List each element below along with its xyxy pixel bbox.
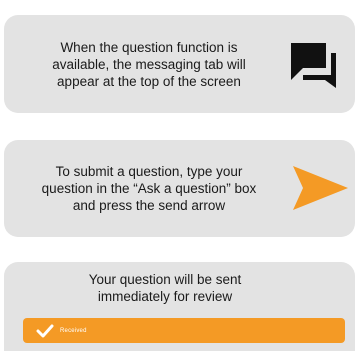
instruction-text: Your question will be sent immediately f… [88, 272, 242, 304]
chat-bubbles-icon [291, 43, 336, 88]
instruction-text: To submit a question, type your question… [41, 164, 257, 213]
instruction-card-review: Your question will be sent immediately f… [4, 262, 355, 351]
checkmark-icon [36, 324, 54, 337]
received-status-bar: Received [23, 318, 345, 343]
instruction-card-messaging-tab: When the question function is available,… [4, 15, 355, 113]
send-arrow-icon [293, 166, 348, 210]
received-label: Received [60, 327, 87, 334]
instruction-text: When the question function is available,… [52, 40, 246, 89]
instruction-card-submit-question: To submit a question, type your question… [4, 140, 355, 237]
